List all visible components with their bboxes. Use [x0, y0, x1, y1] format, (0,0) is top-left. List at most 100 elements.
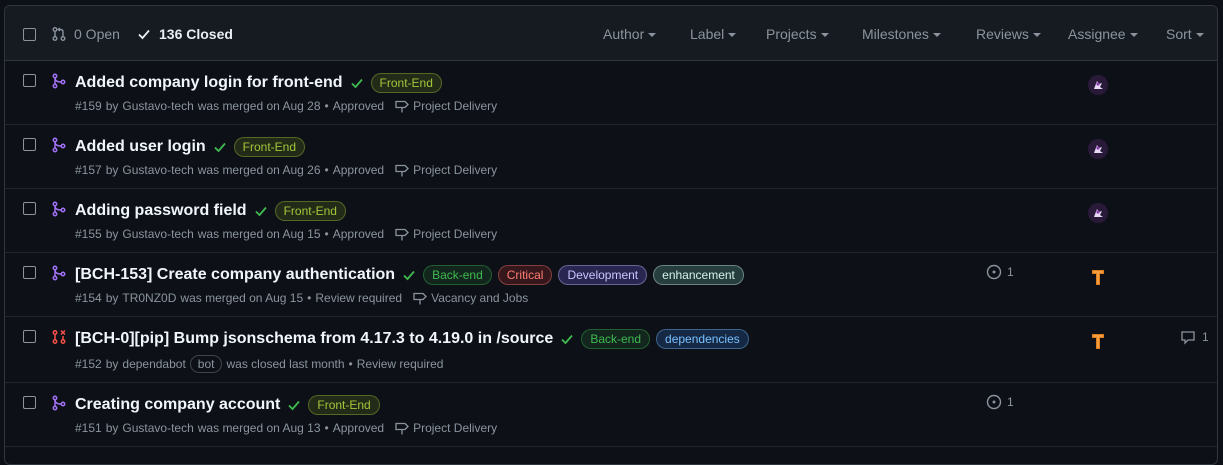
linked-count: 1 [1007, 265, 1014, 279]
assignee-avatar[interactable] [1088, 267, 1108, 287]
title-line: [BCH-0][pip] Bump jsonschema from 4.17.3… [75, 329, 749, 349]
review-status[interactable]: Approved [333, 421, 384, 435]
author-link[interactable]: dependabot [122, 357, 185, 371]
row-checkbox[interactable] [23, 266, 36, 279]
milestone-icon [395, 422, 410, 435]
pull-request-meta: #159 by Gustavo-tech was merged on Aug 28… [75, 99, 497, 113]
filter-reviews[interactable]: Reviews [976, 26, 1041, 42]
review-status[interactable]: Approved [333, 163, 384, 177]
label-badge[interactable]: Back-end [423, 265, 492, 285]
by-text: by [105, 227, 119, 241]
assignee-avatar[interactable] [1088, 203, 1108, 223]
author-link[interactable]: Gustavo-tech [122, 227, 193, 241]
merged-icon [52, 395, 66, 411]
filter-assignee[interactable]: Assignee [1068, 26, 1138, 42]
separator-dot: • [307, 291, 312, 305]
separator-dot: • [324, 421, 329, 435]
by-text: by [105, 357, 119, 371]
pull-request-title[interactable]: Added user login [75, 138, 206, 156]
milestone-label: Vacancy and Jobs [431, 291, 529, 305]
linked-issue-icon [986, 264, 1002, 280]
pr-number: #152 [75, 357, 102, 371]
filter-label: Projects [766, 26, 817, 42]
milestone-link[interactable]: Project Delivery [394, 163, 497, 177]
separator-dot: • [324, 99, 329, 113]
row-checkbox[interactable] [23, 202, 36, 215]
pull-request-title[interactable]: Added company login for front-end [75, 74, 343, 92]
label-badge[interactable]: dependencies [656, 329, 749, 349]
comments-link[interactable]: 1 [1180, 329, 1209, 345]
merged-icon [52, 137, 66, 153]
review-status[interactable]: Review required [357, 357, 444, 371]
milestone-label: Project Delivery [413, 227, 498, 241]
filter-bar: Author Label Projects Milestones Reviews Assi… [5, 26, 1217, 46]
milestone-link[interactable]: Vacancy and Jobs [412, 291, 528, 305]
pull-request-title[interactable]: [BCH-0][pip] Bump jsonschema from 4.17.3… [75, 330, 553, 348]
action-text: was merged on Aug 28 [197, 99, 321, 113]
caret-down-icon [648, 33, 657, 37]
filter-label: Label [690, 26, 725, 42]
assignee-avatar[interactable] [1088, 139, 1108, 159]
pull-request-row: Adding password field Front-End #155 by … [5, 189, 1217, 253]
row-checkbox[interactable] [23, 330, 36, 343]
filter-sort[interactable]: Sort [1166, 26, 1204, 42]
checks-passed-icon[interactable] [286, 397, 302, 413]
label-badge[interactable]: enhancement [653, 265, 744, 285]
pr-number: #159 [75, 99, 102, 113]
rows-container: Added company login for front-end Front-… [5, 61, 1217, 447]
milestone-link[interactable]: Project Delivery [394, 421, 497, 435]
milestone-link[interactable]: Project Delivery [394, 99, 497, 113]
filter-milestones[interactable]: Milestones [862, 26, 941, 42]
closed-pr-icon [52, 329, 66, 344]
linked-issues[interactable]: 1 [986, 264, 1014, 280]
label-badge[interactable]: Development [558, 265, 648, 285]
checks-passed-icon[interactable] [559, 331, 575, 347]
title-line: Added user login Front-End [75, 137, 306, 157]
checks-passed-icon[interactable] [349, 75, 365, 91]
linked-issues[interactable]: 1 [986, 394, 1014, 410]
pull-request-meta: #152 by dependabot bot was closed last mon… [75, 355, 443, 373]
label-badge[interactable]: Front-End [370, 73, 442, 93]
title-line: Creating company account Front-End [75, 395, 380, 415]
filter-label[interactable]: Label [690, 26, 737, 42]
pull-request-meta: #154 by TR0NZ0D was merged on Aug 15 • Re… [75, 291, 528, 305]
pull-request-meta: #157 by Gustavo-tech was merged on Aug 26… [75, 163, 497, 177]
action-text: was closed last month [226, 357, 345, 371]
milestone-icon [413, 292, 427, 305]
assignee-avatar[interactable] [1088, 331, 1108, 351]
pull-request-row: Added company login for front-end Front-… [5, 61, 1217, 125]
pr-number: #154 [75, 291, 102, 305]
action-text: was merged on Aug 13 [197, 421, 321, 435]
review-status[interactable]: Approved [333, 227, 384, 241]
pr-number: #151 [75, 421, 102, 435]
filter-label: Author [603, 26, 645, 42]
label-badge[interactable]: Back-end [581, 329, 651, 349]
checks-passed-icon[interactable] [212, 139, 228, 155]
author-link[interactable]: Gustavo-tech [122, 163, 193, 177]
pull-request-title[interactable]: [BCH-153] Create company authentication [75, 266, 395, 284]
label-badge[interactable]: Critical [497, 265, 553, 285]
pull-request-title[interactable]: Adding password field [75, 202, 247, 220]
assignee-avatar[interactable] [1088, 75, 1108, 95]
checks-passed-icon[interactable] [253, 203, 269, 219]
filter-projects[interactable]: Projects [766, 26, 829, 42]
list-header: 0 Open 136 Closed Author Label Projects Mil… [5, 6, 1217, 61]
author-link[interactable]: Gustavo-tech [122, 421, 193, 435]
pull-request-title[interactable]: Creating company account [75, 396, 280, 414]
author-link[interactable]: Gustavo-tech [122, 99, 193, 113]
label-badge[interactable]: Front-End [233, 137, 306, 157]
title-line: Added company login for front-end Front-… [75, 73, 442, 93]
filter-author[interactable]: Author [603, 26, 657, 42]
review-status[interactable]: Review required [315, 291, 402, 305]
milestone-link[interactable]: Project Delivery [394, 227, 497, 241]
checks-passed-icon[interactable] [401, 267, 417, 283]
label-badge[interactable]: Front-End [308, 395, 380, 415]
row-checkbox[interactable] [23, 396, 36, 409]
milestone-icon [395, 100, 410, 113]
author-link[interactable]: TR0NZ0D [122, 291, 176, 305]
by-text: by [105, 291, 119, 305]
row-checkbox[interactable] [23, 138, 36, 151]
review-status[interactable]: Approved [333, 99, 384, 113]
label-badge[interactable]: Front-End [274, 201, 346, 221]
row-checkbox[interactable] [23, 74, 36, 87]
